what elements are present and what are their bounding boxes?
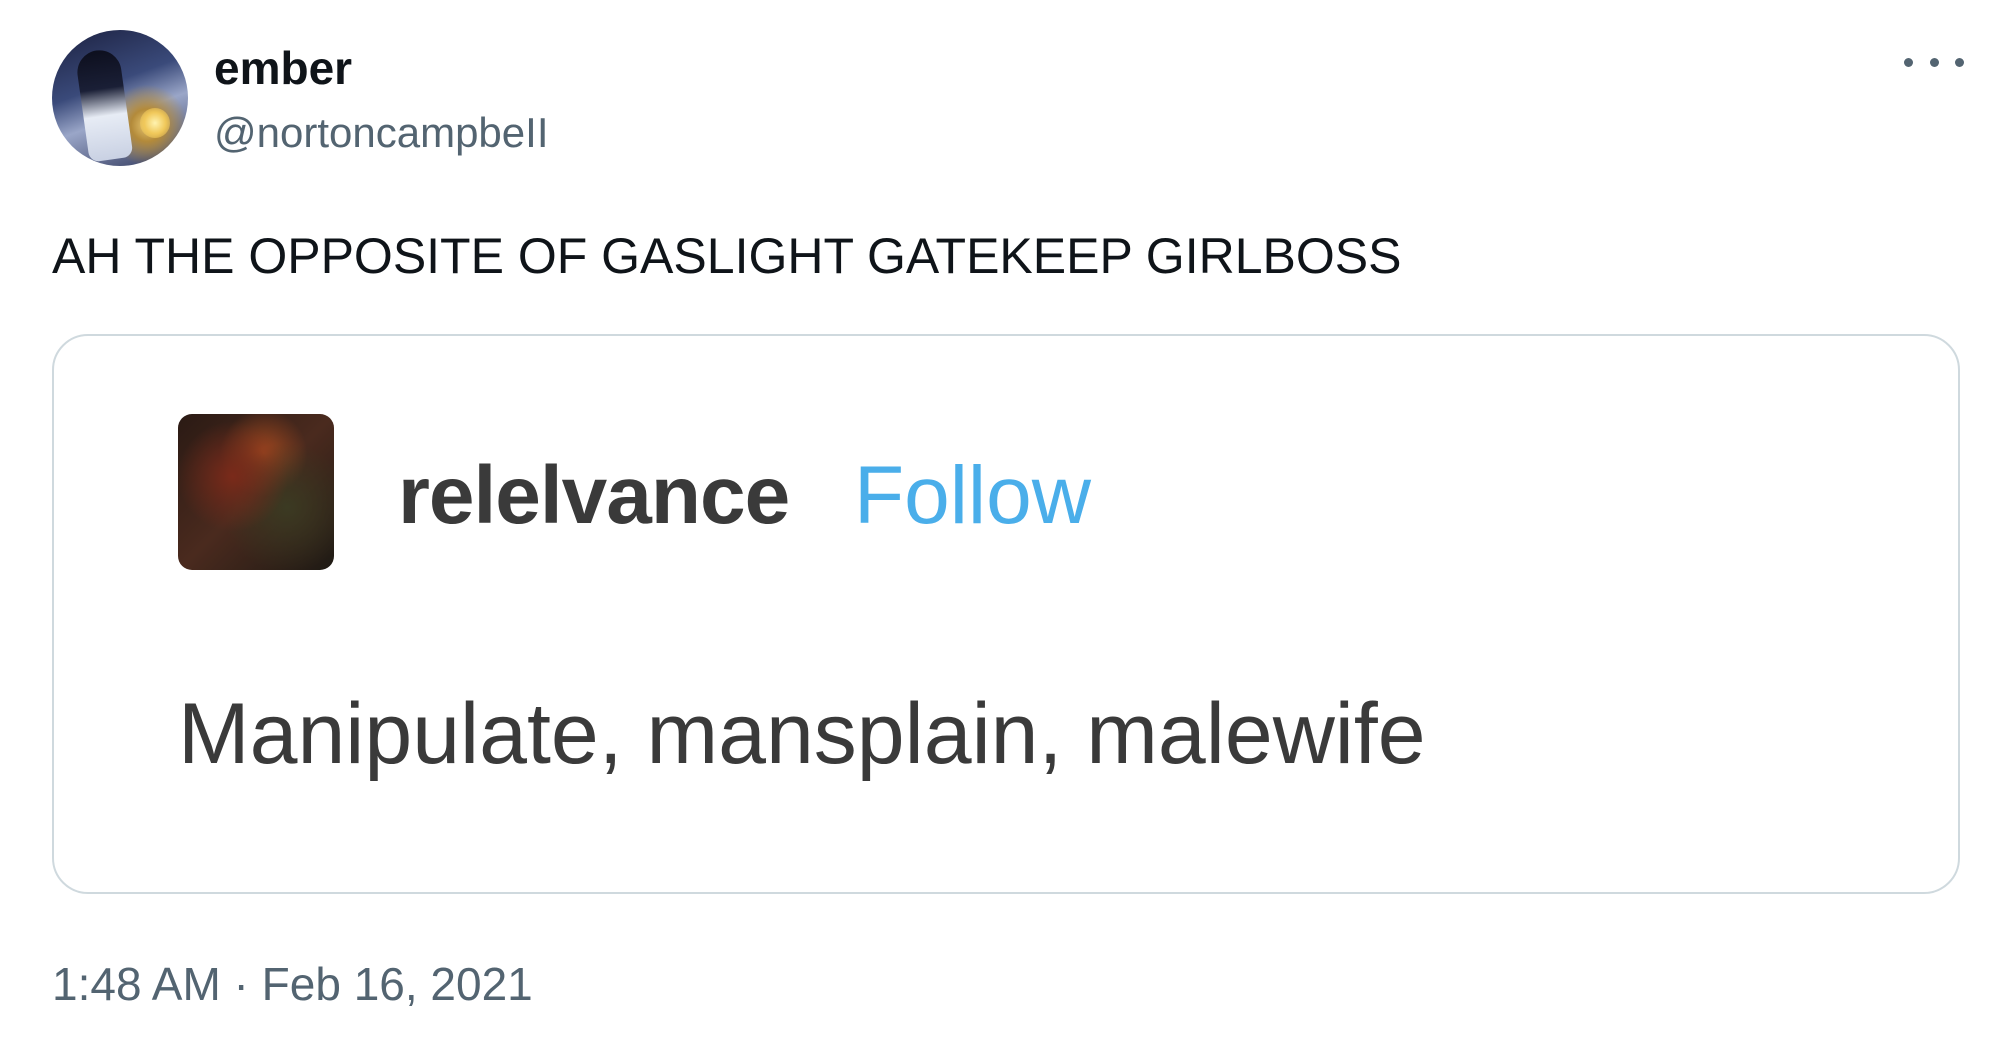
avatar-glow [140, 108, 170, 138]
author-display-name[interactable]: ember [214, 40, 352, 96]
author-handle[interactable]: @nortoncampbeII [214, 107, 548, 159]
embed-follow-button: Follow [854, 450, 1091, 541]
embed-post-text: Manipulate, mansplain, malewife [178, 686, 1426, 782]
author-avatar[interactable] [52, 30, 188, 166]
dot [1955, 57, 1964, 67]
more-options-icon[interactable] [1904, 42, 1964, 82]
dot [1904, 57, 1913, 67]
tweet-timestamp[interactable]: 1:48 AM · Feb 16, 2021 [52, 956, 533, 1012]
embedded-screenshot[interactable]: relelvance Follow Manipulate, mansplain,… [52, 334, 1960, 894]
embed-username: relelvance [398, 450, 790, 541]
dot [1929, 57, 1939, 67]
embed-avatar [178, 414, 334, 570]
tweet-text: AH THE OPPOSITE OF GASLIGHT GATEKEEP GIR… [52, 228, 1402, 284]
tweet-card: ember @nortoncampbeII AH THE OPPOSITE OF… [0, 0, 2000, 1039]
avatar-figure [74, 47, 134, 163]
